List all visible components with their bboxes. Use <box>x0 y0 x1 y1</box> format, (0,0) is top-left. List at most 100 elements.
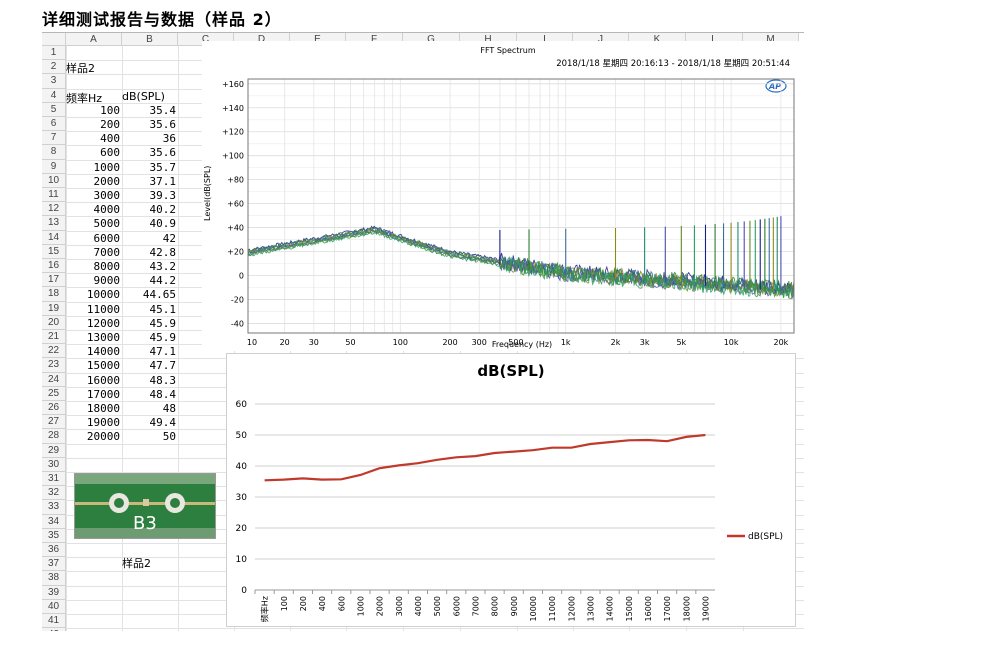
row-header[interactable]: 15 <box>42 244 66 259</box>
row-header[interactable]: 21 <box>42 330 66 345</box>
freq-cell[interactable]: 17000 <box>66 388 120 401</box>
row-header[interactable]: 6 <box>42 117 66 132</box>
freq-cell[interactable]: 2000 <box>66 175 121 188</box>
fft-traces <box>247 216 795 300</box>
fft-subtitle: 2018/1/18 星期四 20:16:13 - 2018/1/18 星期四 2… <box>556 59 790 69</box>
freq-cell[interactable]: 14000 <box>66 345 120 358</box>
db-header-cell[interactable]: dB(SPL) <box>122 90 165 103</box>
freq-cell[interactable]: 100 <box>66 104 120 117</box>
freq-cell[interactable]: 8000 <box>66 260 121 273</box>
row-header[interactable]: 36 <box>42 543 66 558</box>
row-header[interactable]: 26 <box>42 401 66 416</box>
column-header[interactable]: A <box>66 33 122 46</box>
row-header[interactable]: 41 <box>42 614 66 629</box>
row-header[interactable]: 35 <box>42 528 66 543</box>
row-header[interactable]: 25 <box>42 386 66 401</box>
db-cell[interactable]: 36 <box>122 132 176 145</box>
row-header[interactable]: 7 <box>42 131 66 146</box>
row-header[interactable]: 38 <box>42 571 66 586</box>
row-header[interactable]: 10 <box>42 173 66 188</box>
freq-cell[interactable]: 20000 <box>66 430 120 443</box>
freq-cell[interactable]: 1000 <box>66 161 121 174</box>
db-cell[interactable]: 35.6 <box>122 146 177 159</box>
db-cell[interactable]: 35.4 <box>122 104 177 117</box>
row-header[interactable]: 19 <box>42 301 66 316</box>
row-header[interactable]: 8 <box>42 145 66 160</box>
freq-cell[interactable]: 16000 <box>66 374 120 387</box>
row-header[interactable]: 29 <box>42 443 66 458</box>
db-cell[interactable]: 50 <box>122 430 176 443</box>
row-header[interactable]: 1 <box>42 46 66 61</box>
db-cell[interactable]: 44.2 <box>122 274 177 287</box>
freq-cell[interactable]: 5000 <box>66 217 121 230</box>
freq-cell[interactable]: 9000 <box>66 274 121 287</box>
db-cell[interactable]: 35.7 <box>122 161 177 174</box>
row-header[interactable]: 34 <box>42 514 66 529</box>
freq-cell[interactable]: 12000 <box>66 317 120 330</box>
row-header[interactable]: 33 <box>42 500 66 515</box>
db-cell[interactable]: 48 <box>122 402 176 415</box>
row-header[interactable]: 5 <box>42 102 66 117</box>
row-header[interactable]: 18 <box>42 287 66 302</box>
freq-cell[interactable]: 10000 <box>66 288 120 301</box>
db-cell[interactable]: 39.3 <box>122 189 177 202</box>
row-header[interactable]: 2 <box>42 60 66 75</box>
row-header[interactable]: 40 <box>42 599 66 614</box>
sample-label-cell[interactable]: 样品2 <box>66 60 95 76</box>
row-header[interactable]: 24 <box>42 372 66 387</box>
freq-cell[interactable]: 19000 <box>66 416 120 429</box>
row-header[interactable]: 28 <box>42 429 66 444</box>
row-header[interactable]: 3 <box>42 74 66 89</box>
db-cell[interactable]: 37.1 <box>122 175 177 188</box>
db-cell[interactable]: 42 <box>122 232 176 245</box>
db-cell[interactable]: 42.8 <box>122 246 177 259</box>
row-header[interactable]: 32 <box>42 486 66 501</box>
row-header[interactable]: 20 <box>42 315 66 330</box>
db-cell[interactable]: 47.1 <box>122 345 177 358</box>
row-header[interactable]: 30 <box>42 457 66 472</box>
db-cell[interactable]: 49.4 <box>122 416 177 429</box>
fft-spectrum-chart[interactable]: FFT Spectrum 2018/1/18 星期四 20:16:13 - 20… <box>202 41 804 351</box>
db-cell[interactable]: 40.2 <box>122 203 177 216</box>
row-header[interactable]: 37 <box>42 557 66 572</box>
row-header[interactable]: 16 <box>42 259 66 274</box>
row-header[interactable]: 9 <box>42 159 66 174</box>
db-spl-line-chart[interactable]: dB(SPL) 0 10 20 30 40 50 60 频率Hz 100 200 400 600 10… <box>226 353 796 627</box>
freq-cell[interactable]: 600 <box>66 146 120 159</box>
db-cell[interactable]: 47.7 <box>122 359 177 372</box>
row-header[interactable]: 42 <box>42 628 66 631</box>
db-cell[interactable]: 35.6 <box>122 118 177 131</box>
column-header[interactable]: B <box>122 33 178 46</box>
row-header[interactable]: 12 <box>42 202 66 217</box>
freq-cell[interactable]: 13000 <box>66 331 120 344</box>
row-header[interactable]: 23 <box>42 358 66 373</box>
db-cell[interactable]: 43.2 <box>122 260 177 273</box>
spreadsheet[interactable]: ABCDEFGHIJKLM 1 2 3 4 5 6 7 8 9 10 11 12 13 14 15 16 17 1… <box>42 32 804 631</box>
freq-cell[interactable]: 11000 <box>66 303 120 316</box>
freq-cell[interactable]: 3000 <box>66 189 121 202</box>
db-cell[interactable]: 40.9 <box>122 217 177 230</box>
row-header[interactable]: 4 <box>42 88 66 103</box>
db-cell[interactable]: 45.9 <box>122 331 177 344</box>
row-header[interactable]: 31 <box>42 472 66 487</box>
row-header[interactable]: 27 <box>42 415 66 430</box>
db-cell[interactable]: 48.4 <box>122 388 177 401</box>
select-all-corner[interactable] <box>42 33 66 46</box>
freq-cell[interactable]: 7000 <box>66 246 121 259</box>
row-header[interactable]: 22 <box>42 344 66 359</box>
freq-cell[interactable]: 400 <box>66 132 120 145</box>
freq-cell[interactable]: 18000 <box>66 402 120 415</box>
freq-cell[interactable]: 4000 <box>66 203 121 216</box>
row-header[interactable]: 17 <box>42 273 66 288</box>
db-cell[interactable]: 44.65 <box>122 288 176 301</box>
freq-cell[interactable]: 6000 <box>66 232 121 245</box>
row-header[interactable]: 13 <box>42 216 66 231</box>
freq-cell[interactable]: 200 <box>66 118 120 131</box>
db-cell[interactable]: 45.9 <box>122 317 177 330</box>
row-header[interactable]: 11 <box>42 188 66 203</box>
row-header[interactable]: 39 <box>42 585 66 600</box>
db-cell[interactable]: 45.1 <box>122 303 177 316</box>
row-header[interactable]: 14 <box>42 230 66 245</box>
freq-cell[interactable]: 15000 <box>66 359 120 372</box>
db-cell[interactable]: 48.3 <box>122 374 177 387</box>
